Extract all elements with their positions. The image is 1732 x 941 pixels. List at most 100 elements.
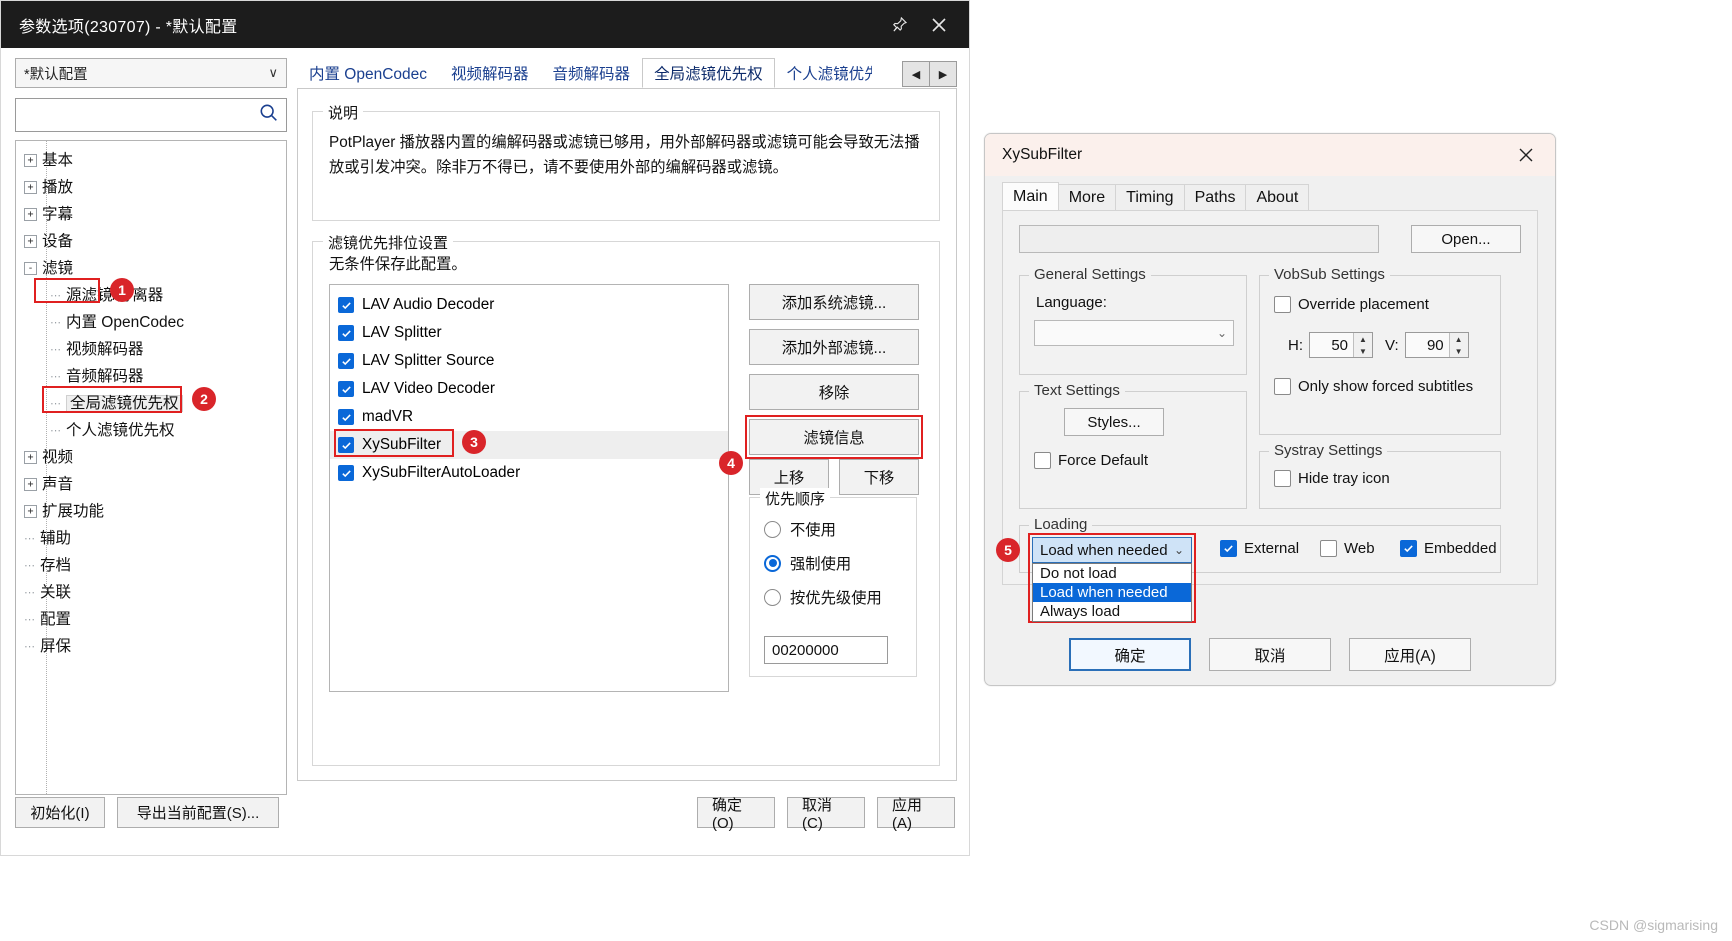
spinner-arrows[interactable]: ▲ ▼	[1448, 333, 1468, 357]
tree-item[interactable]: ⋯ 个人滤镜优先权	[20, 417, 282, 444]
spinner-arrows[interactable]: ▲ ▼	[1353, 333, 1372, 357]
tab-个人滤镜优先[interactable]: 个人滤镜优先	[775, 58, 872, 88]
loading-mode-option[interactable]: Do not load	[1033, 564, 1191, 583]
expand-icon[interactable]: +	[24, 208, 37, 221]
settings-tree[interactable]: +基本+播放+字幕+设备-滤镜⋯源滤镜/分离器⋯内置 OpenCodec⋯视频解…	[15, 140, 287, 795]
tree-item[interactable]: ⋯ 视频解码器	[20, 336, 282, 363]
priority-order-option[interactable]: 按优先级使用	[750, 580, 916, 614]
tree-item[interactable]: + 视频	[20, 444, 282, 471]
priority-order-option[interactable]: 强制使用	[750, 546, 916, 580]
tree-item[interactable]: ⋯ 内置 OpenCodec	[20, 309, 282, 336]
add-system-filter-button[interactable]: 添加系统滤镜...	[749, 284, 919, 320]
xysubfilter-ok-button[interactable]: 确定	[1069, 638, 1191, 671]
expand-icon[interactable]: +	[24, 505, 37, 518]
open-button[interactable]: Open...	[1411, 225, 1521, 253]
force-default-checkbox[interactable]: Force Default	[1034, 452, 1148, 469]
embedded-checkbox[interactable]: Embedded	[1400, 540, 1497, 557]
tree-item[interactable]: ⋯ 屏保	[20, 633, 282, 660]
priority-order-option[interactable]: 不使用	[750, 512, 916, 546]
xysubfilter-tab-about[interactable]: About	[1245, 184, 1310, 211]
expand-icon[interactable]: +	[24, 235, 37, 248]
close-icon[interactable]	[1509, 140, 1543, 170]
xysubfilter-tab-main[interactable]: Main	[1002, 182, 1059, 211]
only-show-forced-checkbox[interactable]: Only show forced subtitles	[1274, 378, 1473, 395]
pin-icon[interactable]	[879, 1, 919, 48]
filter-list-item[interactable]: LAV Splitter	[330, 319, 728, 347]
radio-button[interactable]	[764, 588, 781, 606]
checkbox-box[interactable]	[338, 409, 354, 425]
xysubfilter-cancel-button[interactable]: 取消	[1209, 638, 1331, 671]
expand-icon[interactable]: +	[24, 181, 37, 194]
tab-内置 OpenCodec[interactable]: 内置 OpenCodec	[297, 58, 439, 88]
tree-item[interactable]: + 播放	[20, 174, 282, 201]
filter-list-item[interactable]: madVR	[330, 403, 728, 431]
filter-list[interactable]: LAV Audio Decoder LAV Splitter LAV Splitte…	[329, 284, 729, 692]
web-checkbox[interactable]: Web	[1320, 540, 1375, 557]
h-spinner[interactable]: 50 ▲ ▼	[1309, 332, 1373, 358]
cancel-button[interactable]: 取消(C)	[787, 797, 865, 832]
radio-button[interactable]	[764, 554, 781, 572]
tab-音频解码器[interactable]: 音频解码器	[541, 58, 643, 88]
checkbox-box[interactable]	[338, 353, 354, 369]
xysubfilter-tab-more[interactable]: More	[1057, 184, 1117, 211]
tree-item[interactable]: + 扩展功能	[20, 498, 282, 525]
filter-list-item[interactable]: LAV Audio Decoder	[330, 291, 728, 319]
v-spinner[interactable]: 90 ▲ ▼	[1404, 332, 1469, 358]
profile-select[interactable]: *默认配置 ∨	[15, 58, 287, 88]
xysubfilter-apply-button[interactable]: 应用(A)	[1349, 638, 1471, 671]
tree-item[interactable]: - 滤镜	[20, 255, 282, 282]
apply-button[interactable]: 应用(A)	[877, 797, 955, 832]
export-config-button[interactable]: 导出当前配置(S)...	[117, 797, 279, 828]
chevron-left-icon[interactable]: ◀	[902, 61, 930, 87]
checkbox-box[interactable]	[338, 325, 354, 341]
chevron-down-icon[interactable]: ▼	[1450, 345, 1468, 357]
chevron-up-icon[interactable]: ▲	[1450, 333, 1468, 345]
filter-list-item[interactable]: LAV Video Decoder	[330, 375, 728, 403]
loading-mode-dropdown[interactable]: Do not load Load when needed Always load	[1032, 563, 1192, 622]
tree-item[interactable]: ⋯ 全局滤镜优先权	[20, 390, 282, 417]
collapse-icon[interactable]: -	[24, 262, 37, 275]
filter-info-button[interactable]: 滤镜信息	[749, 419, 919, 455]
chevron-down-icon[interactable]: ▼	[1354, 345, 1372, 357]
styles-button[interactable]: Styles...	[1064, 408, 1164, 436]
tree-item[interactable]: + 声音	[20, 471, 282, 498]
remove-filter-button[interactable]: 移除	[749, 374, 919, 410]
tree-item[interactable]: + 设备	[20, 228, 282, 255]
checkbox-box[interactable]	[338, 437, 354, 453]
loading-mode-option[interactable]: Load when needed	[1033, 583, 1191, 602]
radio-button[interactable]	[764, 520, 781, 538]
add-external-filter-button[interactable]: 添加外部滤镜...	[749, 329, 919, 365]
tree-item[interactable]: ⋯源滤镜/分离器	[20, 282, 282, 309]
language-select[interactable]: ⌄	[1034, 320, 1234, 346]
tab-视频解码器[interactable]: 视频解码器	[439, 58, 541, 88]
tab-全局滤镜优先权[interactable]: 全局滤镜优先权	[642, 58, 775, 88]
expand-icon[interactable]: +	[24, 478, 37, 491]
chevron-up-icon[interactable]: ▲	[1354, 333, 1372, 345]
ok-button[interactable]: 确定(O)	[697, 797, 775, 832]
priority-value-input[interactable]: 00200000	[764, 636, 888, 664]
checkbox-box[interactable]	[338, 465, 354, 481]
tree-item[interactable]: ⋯ 配置	[20, 606, 282, 633]
tree-item[interactable]: ⋯ 存档	[20, 552, 282, 579]
close-icon[interactable]	[919, 1, 959, 48]
tree-item[interactable]: ⋯ 辅助	[20, 525, 282, 552]
external-checkbox[interactable]: External	[1220, 540, 1299, 557]
checkbox-box[interactable]	[338, 297, 354, 313]
expand-icon[interactable]: +	[24, 451, 37, 464]
xysubfilter-tab-paths[interactable]: Paths	[1183, 184, 1247, 211]
tree-item[interactable]: + 字幕	[20, 201, 282, 228]
initialize-button[interactable]: 初始化(I)	[15, 797, 105, 828]
xysubfilter-tab-timing[interactable]: Timing	[1115, 184, 1185, 211]
hide-tray-icon-checkbox[interactable]: Hide tray icon	[1274, 470, 1390, 487]
tree-item[interactable]: + 基本	[20, 147, 282, 174]
chevron-right-icon[interactable]: ▶	[929, 61, 957, 87]
loading-mode-option[interactable]: Always load	[1033, 602, 1191, 621]
filter-list-item[interactable]: LAV Splitter Source	[330, 347, 728, 375]
search-input[interactable]	[15, 98, 287, 132]
subtitle-path-input[interactable]	[1019, 225, 1379, 253]
expand-icon[interactable]: +	[24, 154, 37, 167]
loading-mode-select[interactable]: Load when needed ⌄	[1032, 537, 1192, 563]
filter-list-item[interactable]: XySubFilterAutoLoader	[330, 459, 728, 487]
tree-item[interactable]: ⋯ 关联	[20, 579, 282, 606]
override-placement-checkbox[interactable]: Override placement	[1274, 296, 1429, 313]
